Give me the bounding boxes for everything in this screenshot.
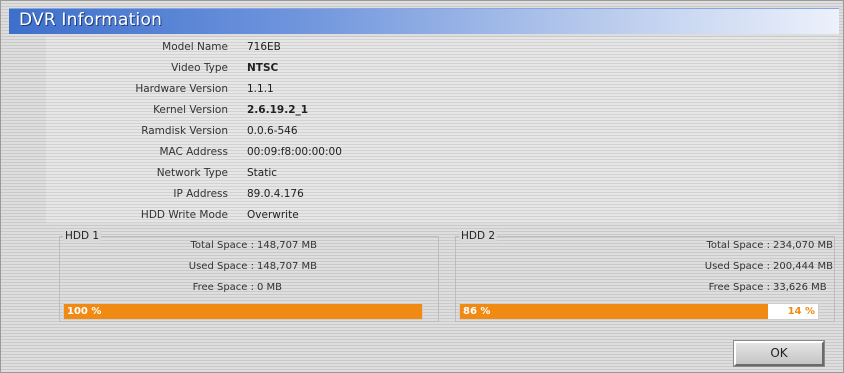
info-row-network-type: Network Type Static [46, 165, 838, 186]
ok-button[interactable]: OK [733, 340, 825, 367]
info-row-video-type: Video Type NTSC [46, 60, 838, 81]
hdd1-free-space: Free Space :0 MB [192, 282, 283, 293]
info-value: Overwrite [247, 209, 299, 221]
hdd1-usage-bar: 100 % [63, 303, 423, 320]
info-row-model-name: Model Name 716EB [46, 39, 838, 60]
info-row-mac-address: MAC Address 00:09:f8:00:00:00 [46, 144, 838, 165]
window-title: DVR Information [19, 10, 163, 30]
info-value: NTSC [247, 62, 279, 74]
info-label: Video Type [171, 62, 228, 74]
title-bar: DVR Information [9, 8, 839, 34]
info-row-ramdisk-version: Ramdisk Version 0.0.6-546 [46, 123, 838, 144]
info-value: 89.0.4.176 [247, 188, 304, 200]
hdd2-used-percent: 86 % [463, 306, 491, 317]
info-label: MAC Address [159, 146, 228, 158]
info-value: 2.6.19.2_1 [247, 104, 309, 116]
info-value: 00:09:f8:00:00:00 [247, 146, 342, 158]
info-row-hardware-version: Hardware Version 1.1.1 [46, 81, 838, 102]
hdd1-used-space: Used Space :148,707 MB [188, 261, 318, 272]
hdd2-usage-fill [460, 304, 768, 319]
info-row-kernel-version: Kernel Version 2.6.19.2_1 [46, 102, 838, 123]
info-value: 1.1.1 [247, 83, 274, 95]
hdd2-panel: HDD 2 Total Space :234,070 MB Used Space… [455, 230, 835, 325]
dvr-information-dialog: DVR Information Model Name 716EB Video T… [0, 0, 844, 373]
info-row-ip-address: IP Address 89.0.4.176 [46, 186, 838, 207]
hdd2-free-space: Free Space :33,626 MB [708, 282, 827, 293]
info-value: 716EB [247, 41, 281, 53]
info-value: 0.0.6-546 [247, 125, 298, 137]
hdd2-usage-bar: 86 % 14 % [459, 303, 819, 320]
hdd1-used-percent: 100 % [67, 306, 102, 317]
hdd2-total-space: Total Space :234,070 MB [706, 240, 834, 251]
info-value: Static [247, 167, 278, 179]
hdd1-total-space: Total Space :148,707 MB [190, 240, 318, 251]
info-label: Hardware Version [135, 83, 228, 95]
info-label: Ramdisk Version [141, 125, 228, 137]
hdd2-used-space: Used Space :200,444 MB [704, 261, 834, 272]
info-panel: Model Name 716EB Video Type NTSC Hardwar… [46, 37, 838, 223]
hdd2-title: HDD 2 [459, 230, 498, 242]
hdd1-panel: HDD 1 Total Space :148,707 MB Used Space… [59, 230, 439, 325]
hdd1-title: HDD 1 [63, 230, 102, 242]
info-label: Model Name [162, 41, 228, 53]
info-label: Network Type [156, 167, 228, 179]
info-label: IP Address [173, 188, 228, 200]
hdd1-usage-fill [64, 304, 422, 319]
hdd2-free-percent: 14 % [787, 306, 815, 317]
info-row-hdd-write-mode: HDD Write Mode Overwrite [46, 207, 838, 228]
info-label: Kernel Version [153, 104, 228, 116]
info-label: HDD Write Mode [140, 209, 228, 221]
